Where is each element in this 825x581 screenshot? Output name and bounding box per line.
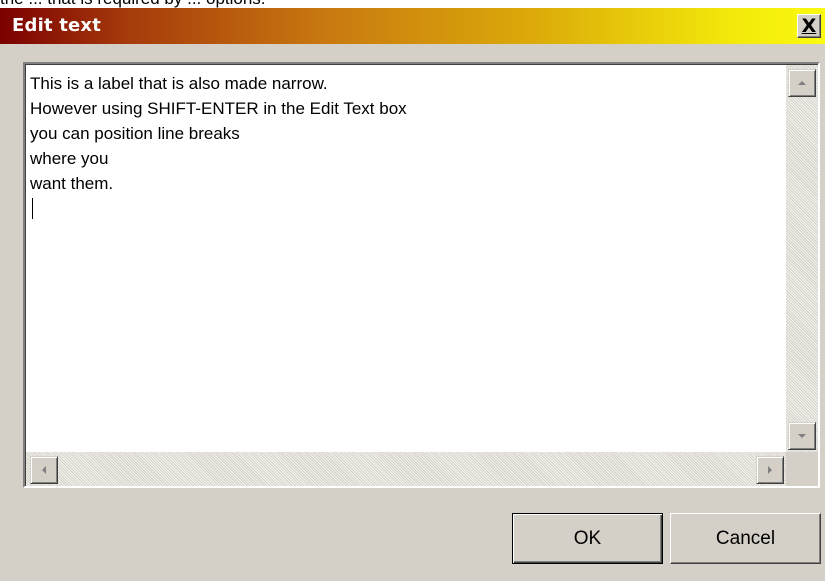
vertical-scrollbar[interactable] — [786, 65, 818, 452]
scrollbar-corner — [786, 452, 818, 486]
scroll-left-button[interactable] — [30, 456, 58, 484]
arrow-down-icon — [798, 434, 806, 438]
text-line: you can position line breaks — [30, 124, 240, 143]
background-page-strip: the ... that is required by ... options. — [0, 0, 825, 8]
close-icon: X — [801, 14, 817, 37]
scroll-right-button[interactable] — [756, 456, 784, 484]
edit-text-area[interactable]: This is a label that is also made narrow… — [23, 62, 820, 488]
text-line: This is a label that is also made narrow… — [30, 74, 328, 93]
ok-button[interactable]: OK — [512, 513, 663, 564]
scroll-up-button[interactable] — [788, 69, 816, 97]
text-content[interactable]: This is a label that is also made narrow… — [30, 71, 778, 450]
text-line: want them. — [30, 174, 114, 193]
close-button[interactable]: X — [797, 14, 821, 38]
arrow-left-icon — [42, 466, 46, 474]
horizontal-scrollbar[interactable] — [26, 452, 786, 486]
arrow-right-icon — [768, 466, 772, 474]
edit-text-area-inner[interactable]: This is a label that is also made narrow… — [25, 64, 818, 486]
text-line: However using SHIFT-ENTER in the Edit Te… — [30, 99, 407, 118]
arrow-up-icon — [798, 81, 806, 85]
cancel-button[interactable]: Cancel — [670, 513, 821, 564]
scroll-down-button[interactable] — [788, 422, 816, 450]
text-caret — [32, 198, 33, 219]
background-page-text: the ... that is required by ... options. — [0, 0, 266, 8]
window-title: Edit text — [12, 15, 102, 36]
text-line: where you — [30, 149, 109, 168]
title-bar[interactable]: Edit text X — [0, 8, 825, 45]
edit-text-dialog: the ... that is required by ... options.… — [0, 0, 825, 581]
